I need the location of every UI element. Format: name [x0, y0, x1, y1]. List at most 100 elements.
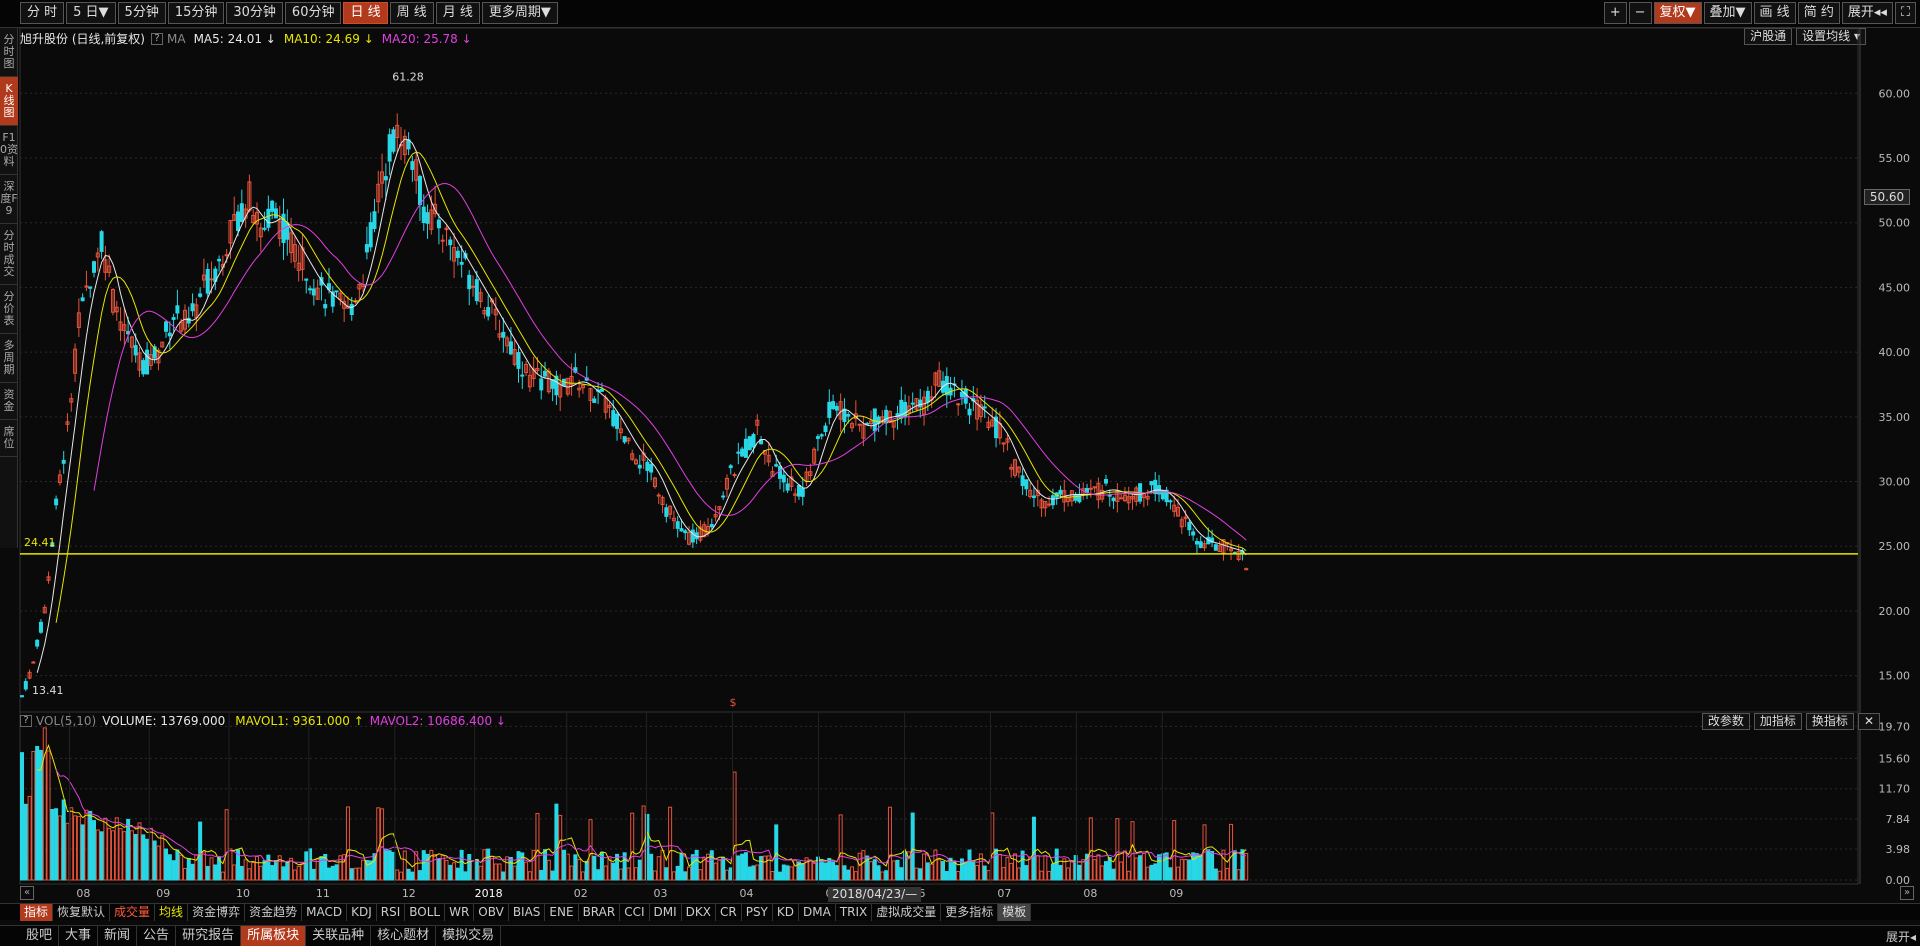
indicator-tab-24[interactable]: 更多指标	[941, 904, 999, 921]
indicator-tab-2[interactable]: 成交量	[110, 904, 156, 921]
scroll-right-button[interactable]: »	[1900, 886, 1914, 900]
candle-body	[740, 448, 745, 457]
volume-bar	[232, 864, 237, 881]
indicator-tab-9[interactable]: BOLL	[405, 904, 446, 921]
indicator-tab-4[interactable]: 资金博弈	[188, 904, 246, 921]
indicator-tab-18[interactable]: CR	[716, 904, 742, 921]
sidebar-tab-3[interactable]: 深度F9	[0, 175, 18, 224]
nav-tab-8[interactable]: 模拟交易	[436, 926, 502, 946]
volume-help-icon[interactable]: ?	[20, 715, 32, 727]
candle-body	[1001, 442, 1006, 445]
indicator-tab-0[interactable]: 指标	[20, 904, 54, 921]
candle-body	[425, 212, 430, 224]
indicator-tab-11[interactable]: OBV	[474, 904, 509, 921]
right-tool-1[interactable]: −	[1628, 2, 1652, 24]
indicator-tab-17[interactable]: DKX	[682, 904, 716, 921]
period-tab-1[interactable]: 5 日▼	[66, 2, 116, 24]
period-tab-7[interactable]: 周 线	[389, 2, 434, 24]
volume-bar	[429, 849, 434, 881]
indicator-tab-15[interactable]: CCI	[620, 904, 650, 921]
nav-tab-0[interactable]: 股吧	[20, 926, 60, 946]
indicator-tab-19[interactable]: PSY	[742, 904, 773, 921]
candle-body	[944, 376, 949, 396]
sidebar-tab-0[interactable]: 分时图	[0, 28, 18, 77]
indicator-tab-1[interactable]: 恢复默认	[53, 904, 111, 921]
right-tool-3[interactable]: 叠加▼	[1703, 2, 1752, 24]
candle-body	[205, 269, 210, 294]
volume-bar	[292, 869, 297, 881]
sidebar-tab-1[interactable]: K线图	[0, 77, 18, 126]
x-axis-label: 02	[574, 887, 588, 898]
volume-bar	[383, 848, 388, 881]
sidebar-tab-6[interactable]: 多周期	[0, 334, 18, 383]
volume-bar	[637, 859, 642, 881]
volume-button-0[interactable]: 改参数	[1701, 713, 1750, 730]
right-tool-2[interactable]: 复权▼	[1653, 2, 1702, 24]
volume-button-3[interactable]: ✕	[1857, 713, 1880, 730]
right-tool-5[interactable]: 简 约	[1797, 2, 1840, 24]
candle-body	[35, 639, 40, 647]
nav-tab-4[interactable]: 研究报告	[176, 926, 242, 946]
volume-bar	[1031, 816, 1036, 881]
right-tool-6[interactable]: 展开◂◂	[1841, 2, 1893, 24]
nav-tab-1[interactable]: 大事	[59, 926, 99, 946]
volume-button-1[interactable]: 加指标	[1753, 713, 1802, 730]
volume-bar	[626, 867, 631, 881]
period-tab-0[interactable]: 分 时	[20, 2, 65, 24]
nav-tab-2[interactable]: 新闻	[98, 926, 138, 946]
indicator-tab-13[interactable]: ENE	[545, 904, 579, 921]
volume-bar	[80, 824, 85, 881]
volume-bar	[588, 819, 593, 881]
indicator-tab-8[interactable]: RSI	[377, 904, 406, 921]
indicator-tab-23[interactable]: 虚拟成交量	[872, 904, 942, 921]
indicator-tab-3[interactable]: 均线	[155, 904, 189, 921]
indicator-tab-21[interactable]: DMA	[799, 904, 836, 921]
period-tab-2[interactable]: 5分钟	[117, 2, 166, 24]
volume-bar	[573, 854, 578, 881]
nav-tab-7[interactable]: 核心题材	[371, 926, 437, 946]
sidebar-tab-7[interactable]: 资金	[0, 383, 18, 420]
nav-tab-5[interactable]: 所属板块	[241, 926, 307, 946]
indicator-tab-7[interactable]: KDJ	[347, 904, 377, 921]
x-axis-label: 09	[156, 887, 170, 898]
indicator-tab-25[interactable]: 模板	[998, 904, 1032, 921]
volume-bar	[1244, 852, 1249, 881]
nav-tab-3[interactable]: 公告	[137, 926, 177, 946]
indicator-tab-12[interactable]: BIAS	[509, 904, 546, 921]
dollar-marker: $	[730, 696, 737, 709]
indicator-tab-16[interactable]: DMI	[650, 904, 682, 921]
indicator-tab-10[interactable]: WR	[445, 904, 475, 921]
indicator-tab-5[interactable]: 资金趋势	[245, 904, 303, 921]
sidebar-tab-4[interactable]: 分时成交	[0, 224, 18, 285]
sidebar-tab-8[interactable]: 席位	[0, 420, 18, 457]
right-tool-0[interactable]: +	[1603, 2, 1627, 24]
volume-bar	[671, 871, 676, 881]
candle-body	[520, 374, 525, 377]
period-tab-3[interactable]: 15分钟	[167, 2, 225, 24]
volume-button-2[interactable]: 换指标	[1805, 713, 1854, 730]
period-tab-8[interactable]: 月 线	[435, 2, 480, 24]
indicator-tab-14[interactable]: BRAR	[579, 904, 621, 921]
period-tab-9[interactable]: 更多周期▼	[481, 2, 558, 24]
sidebar-tab-5[interactable]: 分价表	[0, 285, 18, 334]
right-tool-4[interactable]: 画 线	[1753, 2, 1796, 24]
right-tool-7[interactable]: ⛶	[1894, 2, 1916, 24]
expand-button[interactable]: 展开◂	[1886, 928, 1916, 945]
candle-body	[410, 161, 415, 170]
scroll-left-button[interactable]: «	[20, 886, 34, 900]
sidebar-tab-2[interactable]: F10资料	[0, 126, 18, 175]
candle-body	[1073, 493, 1078, 501]
period-tab-4[interactable]: 30分钟	[226, 2, 283, 24]
candle-body	[645, 461, 650, 471]
candle-body	[615, 413, 620, 429]
nav-tab-6[interactable]: 关联品种	[306, 926, 372, 946]
volume-bar	[501, 871, 506, 881]
volume-bar	[747, 866, 752, 881]
period-tab-6[interactable]: 日 线	[343, 2, 388, 24]
indicator-tab-20[interactable]: KD	[773, 904, 799, 921]
indicator-tab-6[interactable]: MACD	[302, 904, 348, 921]
period-tab-5[interactable]: 60分钟	[284, 2, 342, 24]
kline-chart[interactable]: 60.00 55.00 50.00 45.00 40.00 35.00 30.00 25.00…	[18, 28, 1918, 898]
indicator-tab-22[interactable]: TRIX	[836, 904, 873, 921]
candle-body	[501, 331, 506, 338]
